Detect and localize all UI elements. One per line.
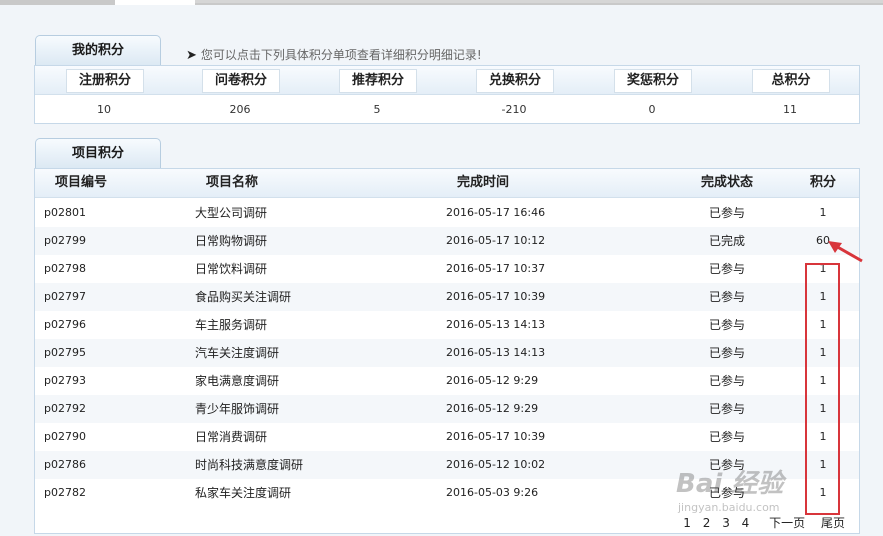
completion-status: 已参与 — [708, 290, 745, 304]
project-name: 大型公司调研 — [195, 206, 268, 220]
summary-label[interactable]: 问卷积分 — [202, 69, 280, 93]
pagination: 1 2 3 4 下一页 尾页 — [675, 514, 845, 531]
completion-time: 2016-05-17 10:12 — [446, 234, 546, 247]
completion-time: 2016-05-13 14:13 — [446, 346, 546, 359]
col-header-id: 项目编号 — [55, 175, 108, 190]
watermark-brand: Bai 经验 — [676, 469, 784, 499]
summary-panel: 注册积分 10 问卷积分 206 推荐积分 5 兑换积分 -210 奖惩积分 0 总积分 11 — [34, 65, 860, 124]
col-header-score: 积分 — [810, 175, 837, 190]
table-row[interactable]: p02795 汽车关注度调研 2016-05-13 14:13 已参与 1 — [35, 339, 859, 367]
project-name: 青少年服饰调研 — [195, 402, 280, 416]
project-id: p02801 — [44, 206, 86, 219]
points-value: 1 — [819, 206, 827, 219]
top-tab-bar — [195, 0, 883, 3]
summary-value: -210 — [501, 103, 527, 116]
summary-label[interactable]: 兑换积分 — [476, 69, 554, 93]
project-id: p02793 — [44, 374, 86, 387]
col-header-status: 完成状态 — [701, 175, 754, 190]
project-name: 车主服务调研 — [195, 318, 268, 332]
page-link[interactable]: 1 — [683, 516, 691, 530]
tab-project-points[interactable]: 项目积分 — [35, 138, 161, 169]
summary-value: 206 — [229, 103, 251, 116]
table-row[interactable]: p02790 日常消费调研 2016-05-17 10:39 已参与 1 — [35, 423, 859, 451]
table-row[interactable]: p02798 日常饮料调研 2016-05-17 10:37 已参与 1 — [35, 255, 859, 283]
summary-header — [35, 66, 859, 95]
project-name: 时尚科技满意度调研 — [195, 458, 304, 472]
project-name: 私家车关注度调研 — [195, 486, 292, 500]
table-header: 项目编号 项目名称 完成时间 完成状态 积分 — [35, 169, 859, 198]
hint-label: 您可以点击下列具体积分单项查看详细积分明细记录! — [200, 48, 482, 62]
table-row[interactable]: p02796 车主服务调研 2016-05-13 14:13 已参与 1 — [35, 311, 859, 339]
summary-label[interactable]: 推荐积分 — [339, 69, 417, 93]
completion-time: 2016-05-12 9:29 — [446, 402, 539, 415]
completion-status: 已参与 — [708, 318, 745, 332]
summary-label[interactable]: 注册积分 — [66, 69, 144, 93]
summary-label[interactable]: 奖惩积分 — [614, 69, 692, 93]
project-id: p02792 — [44, 402, 86, 415]
last-page-link[interactable]: 尾页 — [821, 516, 845, 530]
completion-time: 2016-05-17 10:37 — [446, 262, 546, 275]
table-row[interactable]: p02799 日常购物调研 2016-05-17 10:12 已完成 60 — [35, 227, 859, 255]
completion-status: 已参与 — [708, 430, 745, 444]
watermark-url: jingyan.baidu.com — [678, 501, 780, 514]
project-id: p02799 — [44, 234, 86, 247]
completion-time: 2016-05-17 10:39 — [446, 430, 546, 443]
hint-text: ➤ 您可以点击下列具体积分单项查看详细积分明细记录! — [186, 45, 482, 66]
project-name: 食品购买关注调研 — [195, 290, 292, 304]
completion-status: 已参与 — [708, 374, 745, 388]
completion-status: 已参与 — [708, 346, 745, 360]
annotation-highlight-box — [805, 263, 840, 515]
summary-value: 11 — [783, 103, 797, 116]
col-header-name: 项目名称 — [206, 175, 259, 190]
completion-status: 已参与 — [708, 262, 745, 276]
page-link[interactable]: 4 — [742, 516, 750, 530]
completion-status: 已参与 — [708, 206, 745, 220]
project-id: p02796 — [44, 318, 86, 331]
completion-time: 2016-05-03 9:26 — [446, 486, 539, 499]
project-id: p02786 — [44, 458, 86, 471]
project-name: 日常购物调研 — [195, 234, 268, 248]
table-row[interactable]: p02801 大型公司调研 2016-05-17 16:46 已参与 1 — [35, 199, 859, 227]
project-id: p02790 — [44, 430, 86, 443]
completion-time: 2016-05-12 9:29 — [446, 374, 539, 387]
completion-time: 2016-05-13 14:13 — [446, 318, 546, 331]
completion-time: 2016-05-17 16:46 — [446, 206, 546, 219]
table-row[interactable]: p02792 青少年服饰调研 2016-05-12 9:29 已参与 1 — [35, 395, 859, 423]
project-name: 汽车关注度调研 — [195, 346, 280, 360]
project-id: p02795 — [44, 346, 86, 359]
completion-status: 已完成 — [708, 234, 745, 248]
table-row[interactable]: p02797 食品购买关注调研 2016-05-17 10:39 已参与 1 — [35, 283, 859, 311]
arrow-right-icon: ➤ — [186, 48, 197, 63]
project-id: p02797 — [44, 290, 86, 303]
summary-value: 5 — [373, 103, 381, 116]
completion-time: 2016-05-12 10:02 — [446, 458, 546, 471]
watermark: Bai 经验 jingyan.baidu.com — [676, 463, 784, 514]
col-header-time: 完成时间 — [457, 175, 510, 190]
table-row[interactable]: p02793 家电满意度调研 2016-05-12 9:29 已参与 1 — [35, 367, 859, 395]
page-link[interactable]: 2 — [703, 516, 711, 530]
points-page: 我的积分 ➤ 您可以点击下列具体积分单项查看详细积分明细记录! 注册积分 10 问卷积… — [0, 5, 883, 536]
project-name: 日常消费调研 — [195, 430, 268, 444]
summary-label[interactable]: 总积分 — [752, 69, 830, 93]
project-id: p02798 — [44, 262, 86, 275]
summary-value: 0 — [648, 103, 656, 116]
tab-my-points[interactable]: 我的积分 — [35, 35, 161, 66]
next-page-link[interactable]: 下一页 — [769, 516, 805, 530]
annotation-arrow-icon — [828, 241, 863, 263]
page-link[interactable]: 3 — [722, 516, 730, 530]
project-id: p02782 — [44, 486, 86, 499]
project-name: 日常饮料调研 — [195, 262, 268, 276]
project-name: 家电满意度调研 — [195, 374, 280, 388]
completion-status: 已参与 — [708, 402, 745, 416]
completion-time: 2016-05-17 10:39 — [446, 290, 546, 303]
summary-value: 10 — [97, 103, 111, 116]
